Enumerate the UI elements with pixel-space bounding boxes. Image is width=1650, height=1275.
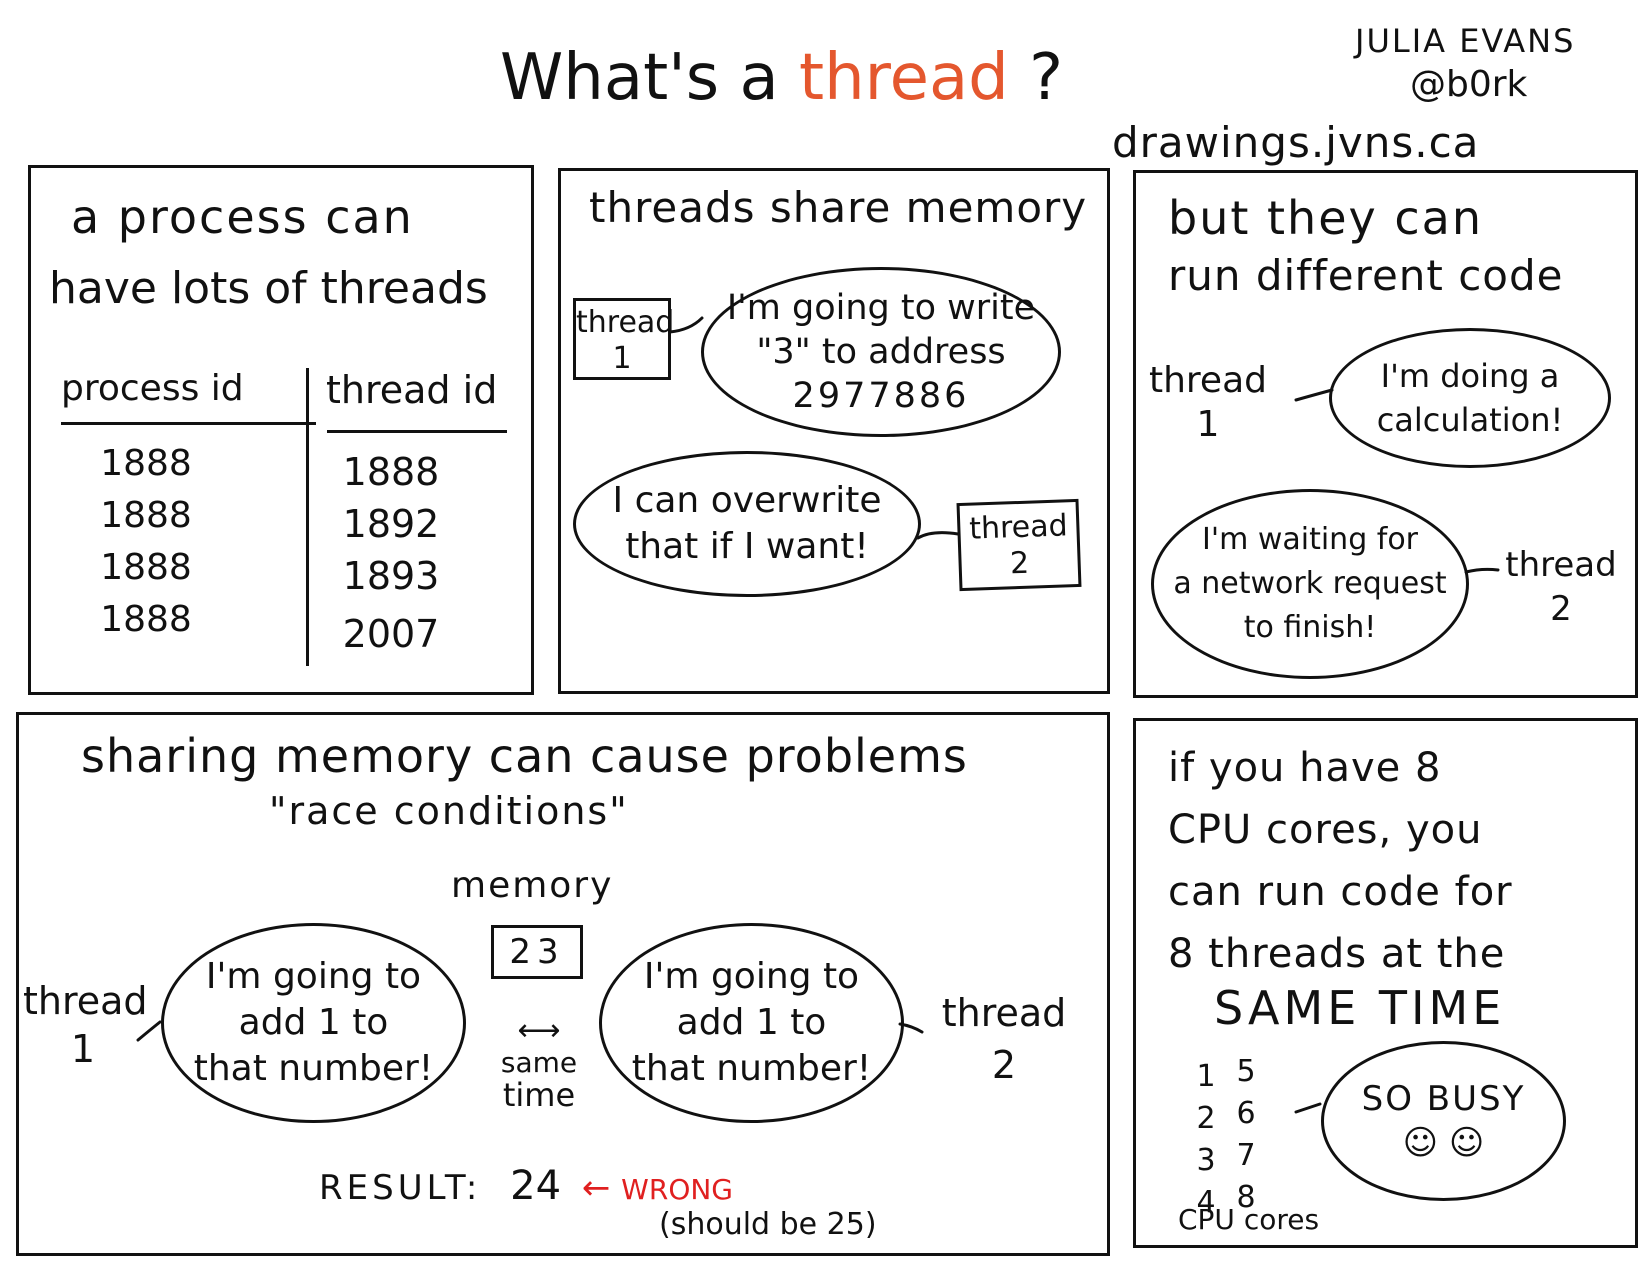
thread1-label: thread <box>576 305 675 340</box>
wrong-label: WRONG <box>621 1173 733 1206</box>
panel-different-code: but they can run different code thread 1… <box>1133 170 1638 698</box>
panel5-text: if you have 8 CPU cores, you can run cod… <box>1168 737 1513 985</box>
panel2-heading: threads share memory <box>589 183 1088 232</box>
panel-share-memory: threads share memory thread 1 I'm going … <box>558 168 1110 694</box>
thread2-label: thread 2 <box>941 991 1067 1087</box>
result-line: RESULT: 24 ← WRONG <box>319 1165 733 1211</box>
smiley-icon: ☺ ☺ <box>1402 1123 1485 1163</box>
left-arrow-icon: ← <box>581 1168 611 1208</box>
panel4-subheading: "race conditions" <box>269 789 629 833</box>
thread-id-cell: 1892 <box>342 502 440 546</box>
bubble-line: I'm doing a <box>1380 357 1560 395</box>
title-highlight: thread <box>799 41 1009 115</box>
cores-column: 5 6 7 8 <box>1226 1051 1266 1219</box>
bubble-line: calculation! <box>1376 401 1564 439</box>
same-time-label: ⟷ same time <box>489 1013 589 1112</box>
bubble-line: I'm waiting for <box>1201 522 1419 557</box>
thread1-box: thread 1 <box>573 298 675 380</box>
author-handle: @b0rk <box>1410 64 1528 105</box>
table-header-underline-right <box>327 430 507 433</box>
table-header-underline-left <box>61 422 316 425</box>
core-number: 5 <box>1236 1054 1256 1089</box>
speech-bubble: I'm going to add 1 to that number! <box>599 923 904 1123</box>
core-number: 1 <box>1196 1059 1216 1094</box>
process-id-cell: 1888 <box>100 443 192 484</box>
same-time-emphasis: SAME TIME <box>1214 981 1506 1035</box>
thread1-label: thread 1 <box>23 979 148 1071</box>
table-header-process-id: process id <box>61 368 244 409</box>
panel5-line: CPU cores, you <box>1168 807 1483 853</box>
core-number: 3 <box>1196 1143 1216 1178</box>
thread2-number: 2 <box>1009 545 1030 582</box>
bubble-line: I'm going to <box>205 956 422 997</box>
bubble-line: to finish! <box>1243 610 1377 645</box>
busy-text: SO BUSY <box>1361 1079 1526 1119</box>
panel4-heading: sharing memory can cause problems <box>81 729 968 783</box>
panel-cpu-cores: if you have 8 CPU cores, you can run cod… <box>1133 718 1638 1248</box>
process-id-cell: 1888 <box>100 547 192 588</box>
panel1-heading-line2: have lots of threads <box>49 263 488 314</box>
bubble-line: I'm going to write <box>726 288 1036 328</box>
panel3-heading-line1: but they can <box>1168 191 1483 245</box>
bubble-line: "3" to address <box>756 332 1006 372</box>
core-number: 2 <box>1196 1101 1216 1136</box>
memory-cell: 23 <box>491 925 583 979</box>
bubble-line: 2977886 <box>792 376 970 416</box>
double-arrow-icon: ⟷ <box>517 1013 561 1048</box>
panel1-heading-line1: a process can <box>71 190 414 244</box>
memory-value: 23 <box>509 932 565 972</box>
table-header-thread-id: thread id <box>326 368 498 412</box>
thread2-box: thread 2 <box>956 498 1082 592</box>
title-prefix: What's a <box>500 41 779 115</box>
memory-label: memory <box>451 865 614 906</box>
table-row: 1888 1888 1888 1888 <box>91 438 201 646</box>
speech-bubble: I'm going to write "3" to address 297788… <box>701 267 1061 437</box>
bubble-line: I'm going to <box>643 956 860 997</box>
bubble-line: that if I want! <box>625 526 869 567</box>
bubble-line: add 1 to <box>676 1002 827 1043</box>
thread1-number: 1 <box>612 341 632 376</box>
process-id-cell: 1888 <box>100 599 192 640</box>
thread-id-cell: 1888 <box>342 450 440 494</box>
bubble-line: I can overwrite <box>612 480 882 521</box>
speech-bubble: I'm doing a calculation! <box>1329 328 1611 468</box>
process-id-cell: 1888 <box>100 495 192 536</box>
thread2-label: thread 2 <box>1505 545 1617 629</box>
result-label: RESULT: <box>319 1168 482 1208</box>
thread2-label: thread <box>968 508 1069 547</box>
panel3-heading-line2: run different code <box>1168 251 1564 300</box>
title-suffix: ? <box>1029 41 1064 115</box>
panel5-line: if you have 8 <box>1168 745 1442 791</box>
table-row: 1888 1892 1893 2007 <box>336 446 446 660</box>
author-site: drawings.jvns.ca <box>1112 118 1480 167</box>
author-name: JULIA EVANS <box>1355 22 1576 60</box>
speech-bubble: I'm going to add 1 to that number! <box>161 923 466 1123</box>
speech-bubble: I'm waiting for a network request to fin… <box>1151 489 1469 679</box>
table-divider <box>306 368 309 666</box>
panel5-line: can run code for <box>1168 869 1513 915</box>
panel-process-threads: a process can have lots of threads proce… <box>28 165 534 695</box>
thread-id-cell: 2007 <box>342 612 440 656</box>
bubble-line: that number! <box>631 1048 872 1089</box>
cores-label: CPU cores <box>1178 1203 1320 1236</box>
speech-bubble: I can overwrite that if I want! <box>573 451 921 597</box>
result-value: 24 <box>510 1163 562 1209</box>
bubble-line: a network request <box>1173 566 1447 601</box>
thread1-label: thread 1 <box>1148 360 1267 445</box>
correction-note: (should be 25) <box>659 1207 877 1242</box>
thread-id-cell: 1893 <box>342 554 440 598</box>
page-title: What's a thread ? <box>500 38 1063 118</box>
panel5-line: 8 threads at the <box>1168 931 1506 977</box>
core-number: 6 <box>1236 1096 1256 1131</box>
cores-column: 1 2 3 4 <box>1186 1056 1226 1224</box>
panel-race-conditions: sharing memory can cause problems "race … <box>16 712 1110 1256</box>
bubble-line: add 1 to <box>238 1002 389 1043</box>
bubble-line: that number! <box>193 1048 434 1089</box>
speech-bubble: SO BUSY ☺ ☺ <box>1321 1041 1566 1201</box>
core-number: 7 <box>1236 1138 1256 1173</box>
